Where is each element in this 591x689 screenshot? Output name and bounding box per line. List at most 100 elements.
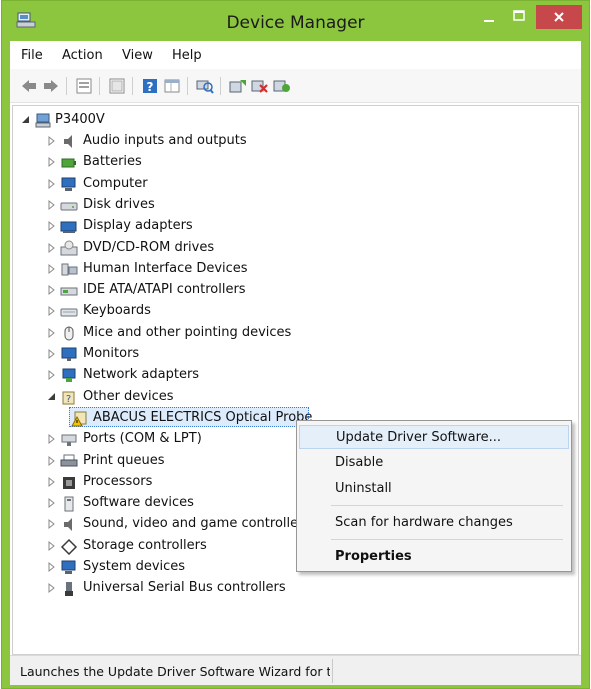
- menu-item-label: Uninstall: [335, 481, 392, 496]
- menu-item-label: Update Driver Software...: [336, 430, 502, 445]
- maximize-button[interactable]: [506, 5, 532, 29]
- menu-item-label: Disable: [335, 455, 384, 470]
- tree-item-label: Keyboards: [83, 303, 151, 319]
- menu-bar: File Action View Help: [10, 41, 581, 69]
- expand-arrow-icon[interactable]: [47, 497, 57, 509]
- disk-drive-icon: [60, 202, 78, 211]
- expand-arrow-icon[interactable]: [47, 540, 57, 552]
- scan-hardware-icon[interactable]: [196, 78, 214, 94]
- expand-arrow-icon[interactable]: [47, 220, 57, 232]
- speaker-icon: [64, 135, 72, 148]
- toolbar-separator: [66, 77, 67, 95]
- console-tree-icon[interactable]: [108, 78, 126, 94]
- expand-arrow-icon[interactable]: [47, 305, 57, 317]
- menu-file[interactable]: File: [21, 48, 43, 63]
- device-tree[interactable]: P3400V Audio inputs and outputs Batteries…: [12, 105, 579, 655]
- tree-item-label: Mice and other pointing devices: [83, 324, 292, 340]
- menu-uninstall[interactable]: Uninstall: [299, 477, 569, 501]
- menu-disable[interactable]: Disable: [299, 451, 569, 475]
- storage-controller-icon: [60, 538, 78, 555]
- toolbar: ?: [10, 69, 581, 103]
- title-bar[interactable]: Device Manager: [2, 1, 589, 41]
- menu-separator: [331, 539, 563, 540]
- svg-text:?: ?: [66, 394, 71, 405]
- software-device-icon: [64, 496, 74, 512]
- uninstall-device-icon[interactable]: [251, 78, 269, 94]
- maximize-icon: [513, 10, 525, 21]
- printer-icon: [60, 454, 78, 466]
- expand-arrow-icon[interactable]: [47, 178, 57, 190]
- expand-arrow-icon[interactable]: [47, 348, 57, 360]
- forward-arrow-icon[interactable]: [42, 78, 60, 94]
- expand-arrow-icon[interactable]: [47, 135, 57, 147]
- minimize-button[interactable]: [476, 5, 502, 29]
- tree-item-label: Computer: [83, 175, 148, 191]
- update-driver-icon[interactable]: [229, 78, 247, 94]
- expand-arrow-icon[interactable]: [47, 518, 57, 530]
- status-separator: [332, 659, 333, 683]
- monitor-icon: [61, 347, 77, 361]
- expand-arrow-icon[interactable]: [47, 561, 57, 573]
- svg-text:?: ?: [147, 80, 154, 94]
- expand-arrow-icon[interactable]: [47, 582, 57, 594]
- expand-arrow-icon[interactable]: [47, 242, 57, 254]
- tree-item-label: Software devices: [83, 495, 194, 511]
- status-text: Launches the Update Driver Software Wiza…: [20, 664, 330, 679]
- expand-arrow-icon[interactable]: [47, 156, 57, 168]
- computer-root-icon: [35, 113, 51, 128]
- tree-item-label: Disk drives: [83, 196, 155, 212]
- tree-item-label: Human Interface Devices: [83, 260, 248, 276]
- help-icon[interactable]: ?: [141, 78, 159, 94]
- menu-help[interactable]: Help: [172, 48, 202, 63]
- sound-controller-icon: [64, 518, 72, 532]
- tree-item-label: Processors: [83, 473, 153, 489]
- close-button[interactable]: [536, 5, 582, 29]
- menu-scan-hardware[interactable]: Scan for hardware changes: [299, 511, 569, 535]
- mouse-icon: [64, 326, 74, 341]
- toolbar-separator: [220, 77, 221, 95]
- menu-separator: [331, 505, 563, 506]
- processor-icon: [63, 476, 75, 489]
- expand-arrow-icon[interactable]: [47, 263, 57, 275]
- ide-controller-icon: [60, 287, 78, 296]
- expand-arrow-icon[interactable]: [47, 455, 57, 467]
- tree-item-label: ABACUS ELECTRICS Optical Probe: [93, 409, 313, 425]
- expand-arrow-icon[interactable]: [47, 369, 57, 381]
- menu-action[interactable]: Action: [62, 48, 103, 63]
- properties-sheet-icon[interactable]: [75, 78, 93, 94]
- menu-item-label: Scan for hardware changes: [335, 515, 513, 530]
- client-area: File Action View Help ? P3400V Audio inp…: [10, 41, 581, 685]
- usb-icon: [65, 582, 73, 597]
- tree-item-label: Monitors: [83, 346, 140, 361]
- status-bar: Launches the Update Driver Software Wiza…: [10, 655, 581, 685]
- warning-device-icon: [71, 411, 87, 427]
- menu-view[interactable]: View: [122, 48, 153, 63]
- expand-arrow-icon[interactable]: [47, 284, 57, 296]
- network-adapter-icon: [62, 368, 76, 383]
- close-icon: [554, 12, 564, 22]
- back-arrow-icon[interactable]: [20, 78, 38, 94]
- tree-item-label: DVD/CD-ROM drives: [83, 239, 215, 255]
- collapse-arrow-icon[interactable]: [21, 114, 31, 126]
- keyboard-icon: [60, 308, 78, 317]
- port-icon: [61, 434, 77, 447]
- expand-arrow-icon[interactable]: [47, 327, 57, 339]
- display-adapter-icon: [60, 221, 77, 234]
- other-devices-icon: ?: [62, 391, 75, 405]
- menu-update-driver-software[interactable]: Update Driver Software...: [299, 425, 569, 449]
- expand-arrow-icon[interactable]: [47, 433, 57, 445]
- tree-item-label: Storage controllers: [83, 537, 207, 553]
- grid-icon[interactable]: [163, 78, 181, 94]
- tree-root-label: P3400V: [55, 112, 105, 127]
- tree-item-label: Batteries: [83, 154, 142, 170]
- collapse-arrow-icon[interactable]: [47, 391, 57, 403]
- tree-item-label: Universal Serial Bus controllers: [83, 580, 286, 596]
- menu-properties[interactable]: Properties: [299, 545, 569, 569]
- tree-item-label: Audio inputs and outputs: [83, 133, 247, 148]
- tree-item-label: Other devices: [83, 388, 174, 404]
- expand-arrow-icon[interactable]: [47, 476, 57, 488]
- expand-arrow-icon[interactable]: [47, 199, 57, 211]
- tree-item-label: Print queues: [83, 452, 165, 468]
- toolbar-separator: [99, 77, 100, 95]
- add-legacy-icon[interactable]: [273, 78, 291, 94]
